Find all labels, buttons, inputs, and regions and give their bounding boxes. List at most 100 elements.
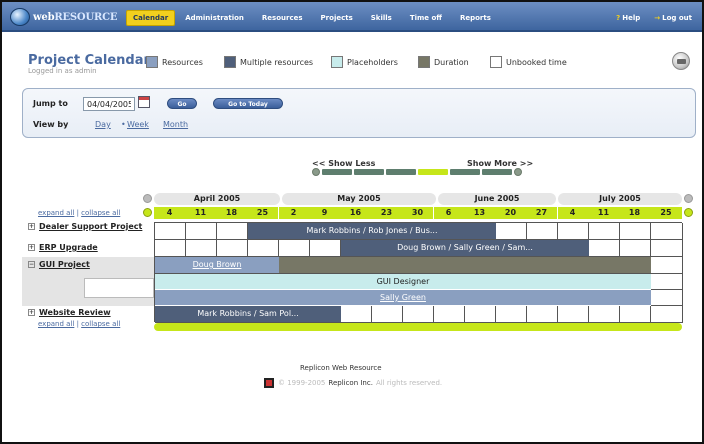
show-less-link[interactable]: << Show Less [312,159,375,168]
week-cell[interactable] [651,257,683,274]
booking-bar-multiple[interactable]: Doug Brown / Sally Green / Sam... [341,240,589,256]
week-cell[interactable] [217,223,248,240]
week-cell[interactable] [527,223,558,240]
project-name[interactable]: Dealer Support Project [39,222,142,231]
nav-time-off[interactable]: Time off [402,10,450,26]
week-cell[interactable] [651,240,683,257]
week-cell[interactable] [341,306,372,323]
logged-in-text: Logged in as admin [28,67,97,75]
week-cell[interactable] [279,240,310,257]
week-label: 2 [290,208,297,217]
month-header: April 2005 May 2005 June 2005 July 2005 [154,193,682,205]
collapse-all-link[interactable]: collapse all [81,320,120,328]
view-day-link[interactable]: Day [95,120,111,129]
expand-all-link[interactable]: expand all [38,320,74,328]
calendar-picker-icon[interactable] [138,96,150,108]
expand-collapse-bottom: expand all | collapse all [38,320,121,328]
week-cell[interactable] [186,223,217,240]
week-cell[interactable] [372,306,403,323]
week-label: 18 [225,208,238,217]
print-icon[interactable] [672,52,690,70]
week-cell[interactable] [589,240,620,257]
week-prev-icon[interactable] [143,208,152,217]
week-cell[interactable] [155,223,186,240]
project-erp-upgrade[interactable]: + ERP Upgrade [28,243,98,252]
month-april: April 2005 [154,193,280,205]
nav-administration[interactable]: Administration [177,10,252,26]
week-cell[interactable] [310,240,341,257]
previous-period-icon[interactable] [143,194,152,203]
week-cell[interactable] [496,306,527,323]
booking-bar-multiple[interactable]: Mark Robbins / Rob Jones / Bus... [248,223,496,239]
week-label: 20 [504,208,517,217]
project-gui[interactable]: − GUI Project [28,260,90,269]
next-period-icon[interactable] [684,194,693,203]
week-cell[interactable] [186,240,217,257]
zoom-out-dot-icon[interactable] [312,168,320,176]
week-cell[interactable] [558,306,589,323]
legend-swatch [490,56,502,68]
week-cell[interactable] [496,223,527,240]
zoom-level[interactable] [386,169,416,175]
nav-reports[interactable]: Reports [452,10,499,26]
week-cell[interactable] [465,306,496,323]
week-label: 30 [411,208,424,217]
expand-plus-icon[interactable]: + [28,223,35,230]
week-cell[interactable] [558,223,589,240]
week-cell[interactable] [434,306,465,323]
main-nav: Calendar Administration Resources Projec… [126,10,501,26]
week-cell[interactable] [403,306,434,323]
logout-link[interactable]: → Log out [654,14,692,22]
week-cell[interactable] [651,274,683,290]
week-cell[interactable] [651,290,683,306]
week-cell[interactable] [589,223,620,240]
expand-all-link[interactable]: expand all [38,209,74,217]
jump-panel: Jump to Go Go to Today View by Day • Wee… [22,88,696,138]
month-may: May 2005 [282,193,436,205]
week-cell[interactable] [527,306,558,323]
zoom-level-selected[interactable] [418,169,448,175]
week-cell[interactable] [620,223,651,240]
zoom-level[interactable] [482,169,512,175]
nav-resources[interactable]: Resources [254,10,311,26]
week-cell[interactable] [651,306,683,323]
date-field[interactable] [83,97,135,111]
week-cell[interactable] [248,240,279,257]
booking-bar-resource[interactable]: Doug Brown [155,257,279,273]
view-month-link[interactable]: Month [163,120,188,129]
week-cell[interactable] [651,223,683,240]
booking-bar-multiple[interactable]: Mark Robbins / Sam Pol... [155,306,341,322]
go-to-today-button[interactable]: Go to Today [213,98,283,109]
expand-plus-icon[interactable]: + [28,244,35,251]
project-name[interactable]: Website Review [39,308,111,317]
footer-product: Replicon Web Resource [300,364,382,372]
zoom-level[interactable] [322,169,352,175]
collapse-all-link[interactable]: collapse all [81,209,120,217]
go-button[interactable]: Go [167,98,197,109]
week-cell[interactable] [217,240,248,257]
collapse-minus-icon[interactable]: − [28,261,35,268]
nav-calendar[interactable]: Calendar [126,10,176,26]
expand-plus-icon[interactable]: + [28,309,35,316]
project-website-review[interactable]: + Website Review [28,308,111,317]
zoom-level[interactable] [450,169,480,175]
booking-bar-resource[interactable]: Sally Green [155,290,651,305]
week-cell[interactable] [589,306,620,323]
week-next-icon[interactable] [684,208,693,217]
project-name[interactable]: ERP Upgrade [39,243,98,252]
zoom-in-dot-icon[interactable] [514,168,522,176]
project-name[interactable]: GUI Project [39,260,90,269]
project-dealer-support[interactable]: + Dealer Support Project [28,222,148,231]
nav-projects[interactable]: Projects [313,10,361,26]
zoom-slider[interactable] [312,168,530,176]
help-link[interactable]: ? Help [616,14,640,22]
placeholder-bar[interactable]: GUI Designer [155,274,651,289]
week-cell[interactable] [620,240,651,257]
week-cell[interactable] [155,240,186,257]
webresource-logo[interactable]: webRESOURCE [10,8,117,26]
week-cell[interactable] [620,306,651,323]
show-more-link[interactable]: Show More >> [467,159,533,168]
zoom-level[interactable] [354,169,384,175]
view-week-link[interactable]: Week [127,120,149,129]
nav-skills[interactable]: Skills [363,10,400,26]
